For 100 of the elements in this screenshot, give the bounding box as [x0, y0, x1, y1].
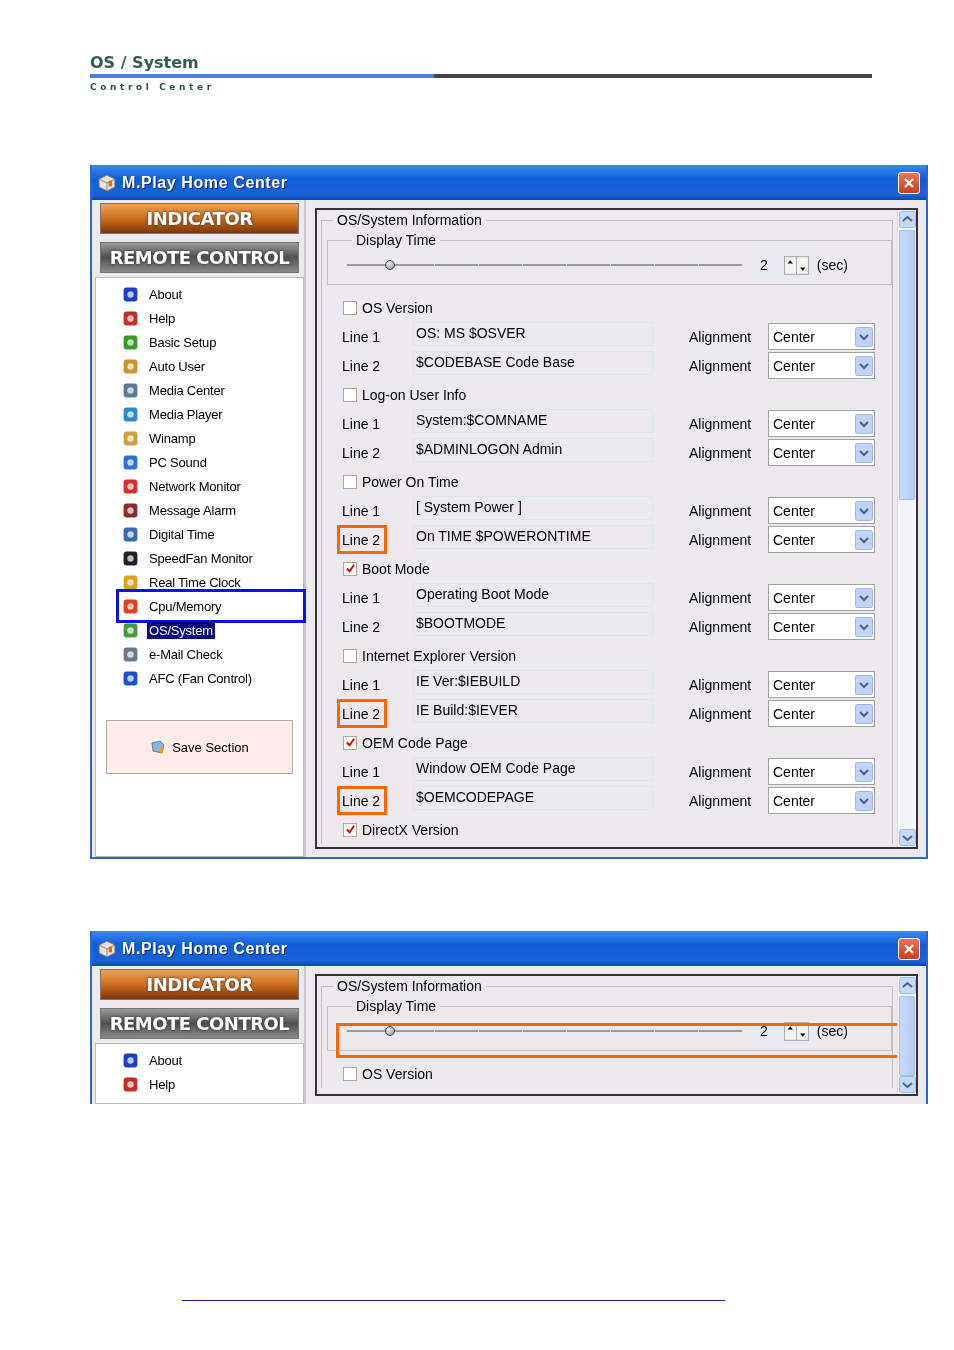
display-time-slider[interactable] [346, 258, 742, 272]
slider-thumb[interactable] [384, 1026, 395, 1036]
mode-tab[interactable]: INDICATOR [100, 969, 299, 1000]
checkbox[interactable] [343, 474, 357, 489]
menu-item[interactable]: Auto User [147, 357, 207, 375]
cube-icon [98, 173, 116, 192]
menu-item[interactable]: SpeedFan Monitor [147, 549, 255, 567]
scrollbar[interactable] [897, 210, 916, 847]
text-field[interactable]: OS: MS $OSVER [413, 321, 653, 346]
scroll-up-icon[interactable] [899, 977, 916, 994]
line-label: Line 1 [342, 415, 381, 432]
text-field[interactable]: $BOOTMODE [413, 611, 653, 636]
text-field[interactable]: IE Ver:$IEBUILD [413, 669, 653, 694]
scrollbar[interactable] [897, 976, 916, 1094]
display-time-slider[interactable] [346, 1024, 742, 1038]
mode-tab[interactable]: REMOTE CONTROL [100, 1008, 299, 1039]
checkbox[interactable] [343, 387, 357, 402]
app-icon [122, 357, 139, 375]
alignment-dropdown[interactable]: Center [768, 584, 875, 611]
text-field[interactable]: [ System Power ] [413, 495, 653, 520]
menu-item[interactable]: Media Center [147, 381, 227, 399]
alignment-label: Alignment [689, 531, 753, 548]
checkbox-label: Log-on User Info [362, 386, 467, 403]
scroll-up-icon[interactable] [899, 211, 916, 228]
close-button[interactable] [898, 937, 920, 960]
menu-item[interactable]: e-Mail Check [147, 645, 225, 663]
checkbox[interactable] [343, 300, 357, 315]
menu-item[interactable]: AFC (Fan Control) [147, 669, 254, 687]
mode-tab[interactable]: REMOTE CONTROL [100, 242, 299, 273]
close-button[interactable] [898, 171, 920, 194]
menu-item[interactable]: About [147, 285, 184, 303]
menu-item[interactable]: Media Player [147, 405, 225, 423]
group-title: Display Time [355, 998, 438, 1014]
menu-item[interactable]: Digital Time [147, 525, 217, 543]
alignment-label: Alignment [689, 444, 753, 461]
alignment-dropdown[interactable]: Center [768, 352, 875, 379]
alignment-label: Alignment [689, 328, 753, 345]
app-icon [122, 333, 139, 351]
scroll-down-icon[interactable] [899, 1076, 916, 1093]
app-icon [122, 525, 139, 543]
scroll-down-icon[interactable] [899, 829, 916, 846]
checkbox[interactable] [343, 735, 357, 750]
line-label: Line 2 [342, 792, 381, 809]
alignment-dropdown[interactable]: Center [768, 323, 875, 350]
spin-field[interactable]: 2 [754, 253, 811, 277]
checkbox[interactable] [343, 561, 357, 576]
menu-item[interactable]: Cpu/Memory [147, 597, 224, 615]
alignment-label: Alignment [689, 676, 753, 693]
checkbox-label: Internet Explorer Version [362, 647, 517, 664]
checkbox[interactable] [343, 1066, 357, 1081]
unit-label: (sec) [816, 1023, 848, 1039]
menu-item[interactable]: About [147, 1051, 184, 1069]
text-field[interactable]: Operating Boot Mode [413, 582, 653, 607]
text-field[interactable]: IE Build:$IEVER [413, 698, 653, 723]
menu-item[interactable]: Network Monitor [147, 477, 243, 495]
app-icon [122, 645, 139, 663]
text-field[interactable]: $OEMCODEPAGE [413, 785, 653, 810]
text-field[interactable]: Window OEM Code Page [413, 756, 653, 781]
checkbox[interactable] [343, 648, 357, 663]
text-field[interactable]: $ADMINLOGON Admin [413, 437, 653, 462]
alignment-dropdown[interactable]: Center [768, 526, 875, 553]
checkbox-label: Power On Time [362, 473, 459, 490]
alignment-dropdown[interactable]: Center [768, 671, 875, 698]
alignment-dropdown[interactable]: Center [768, 439, 875, 466]
alignment-dropdown[interactable]: Center [768, 787, 875, 814]
menu-item[interactable]: Message Alarm [147, 501, 238, 519]
checkbox-label: Boot Mode [362, 560, 430, 577]
save-button[interactable]: Save Section [106, 720, 293, 774]
text-field[interactable]: System:$COMNAME [413, 408, 653, 433]
alignment-dropdown[interactable]: Center [768, 613, 875, 640]
window-title: M.Play Home Center [122, 173, 289, 192]
alignment-label: Alignment [689, 705, 753, 722]
app-icon [122, 621, 139, 639]
menu-item[interactable]: PC Sound [147, 453, 209, 471]
slider-thumb[interactable] [384, 260, 395, 270]
text-field[interactable]: $CODEBASE Code Base [413, 350, 653, 375]
mode-tab[interactable]: INDICATOR [100, 203, 299, 234]
alignment-dropdown[interactable]: Center [768, 700, 875, 727]
line-label: Line 2 [342, 618, 381, 635]
checkbox-label: OEM Code Page [362, 734, 468, 751]
menu-item[interactable]: Help [147, 309, 177, 327]
app-icon [122, 597, 139, 615]
menu-item[interactable]: Help [147, 1075, 177, 1093]
text-field[interactable]: On TIME $POWERONTIME [413, 524, 653, 549]
spin-arrows-icon[interactable] [783, 255, 809, 275]
checkbox[interactable] [343, 822, 357, 837]
alignment-label: Alignment [689, 618, 753, 635]
spin-arrows-icon[interactable] [783, 1021, 809, 1041]
line-label: Line 1 [342, 763, 381, 780]
menu-item[interactable]: Winamp [147, 429, 198, 447]
app-icon [122, 405, 139, 423]
app-icon [122, 1075, 139, 1093]
menu-item[interactable]: Real Time Clock [147, 573, 243, 591]
menu-item[interactable]: Basic Setup [147, 333, 219, 351]
alignment-dropdown[interactable]: Center [768, 758, 875, 785]
alignment-label: Alignment [689, 415, 753, 432]
line-label: Line 1 [342, 676, 381, 693]
alignment-dropdown[interactable]: Center [768, 497, 875, 524]
alignment-label: Alignment [689, 763, 753, 780]
alignment-dropdown[interactable]: Center [768, 410, 875, 437]
